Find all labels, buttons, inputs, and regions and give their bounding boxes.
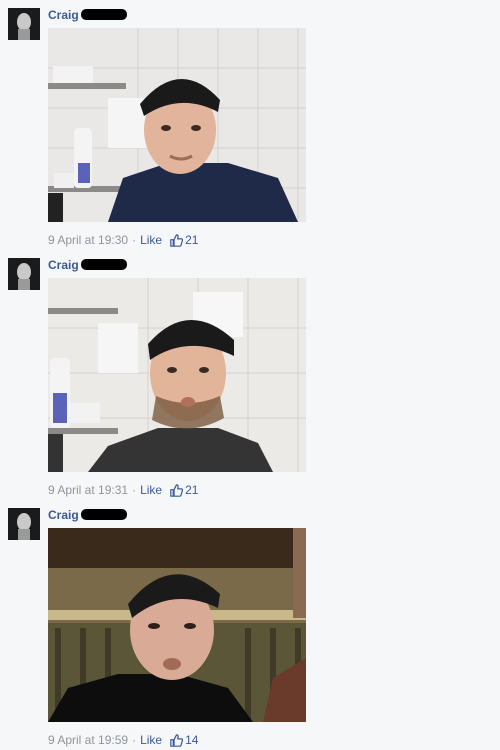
post-meta: 9 April at 19:59 · Like 14: [48, 733, 198, 747]
post: Craig 9 April at 19:31 · Like 21: [0, 250, 500, 500]
avatar[interactable]: [8, 258, 40, 290]
post: Craig 9 April at 19:59 · Like 14: [0, 500, 500, 750]
like-count[interactable]: 21: [185, 233, 198, 247]
separator: ·: [132, 483, 137, 497]
like-count[interactable]: 14: [185, 733, 198, 747]
post-timestamp[interactable]: 9 April at 19:59: [48, 733, 128, 747]
post-photo[interactable]: [48, 278, 306, 472]
like-link[interactable]: Like: [140, 483, 162, 497]
thumbs-up-icon[interactable]: [170, 733, 184, 747]
author-name[interactable]: Craig: [48, 508, 79, 522]
avatar[interactable]: [8, 8, 40, 40]
thumbs-up-icon[interactable]: [170, 233, 184, 247]
post: Craig 9 April at 19:30 · Like 21: [0, 0, 500, 250]
post-photo[interactable]: [48, 28, 306, 222]
author-name[interactable]: Craig: [48, 258, 79, 272]
post-meta: 9 April at 19:31 · Like 21: [48, 483, 198, 497]
post-timestamp[interactable]: 9 April at 19:30: [48, 233, 128, 247]
post-photo[interactable]: [48, 528, 306, 722]
author-name[interactable]: Craig: [48, 8, 79, 22]
thumbs-up-icon[interactable]: [170, 483, 184, 497]
post-meta: 9 April at 19:30 · Like 21: [48, 233, 198, 247]
like-link[interactable]: Like: [140, 733, 162, 747]
post-timestamp[interactable]: 9 April at 19:31: [48, 483, 128, 497]
avatar[interactable]: [8, 508, 40, 540]
separator: ·: [132, 733, 137, 747]
like-link[interactable]: Like: [140, 233, 162, 247]
like-count[interactable]: 21: [185, 483, 198, 497]
redaction-mark: [81, 9, 127, 20]
redaction-mark: [81, 259, 127, 270]
redaction-mark: [81, 509, 127, 520]
separator: ·: [132, 233, 137, 247]
